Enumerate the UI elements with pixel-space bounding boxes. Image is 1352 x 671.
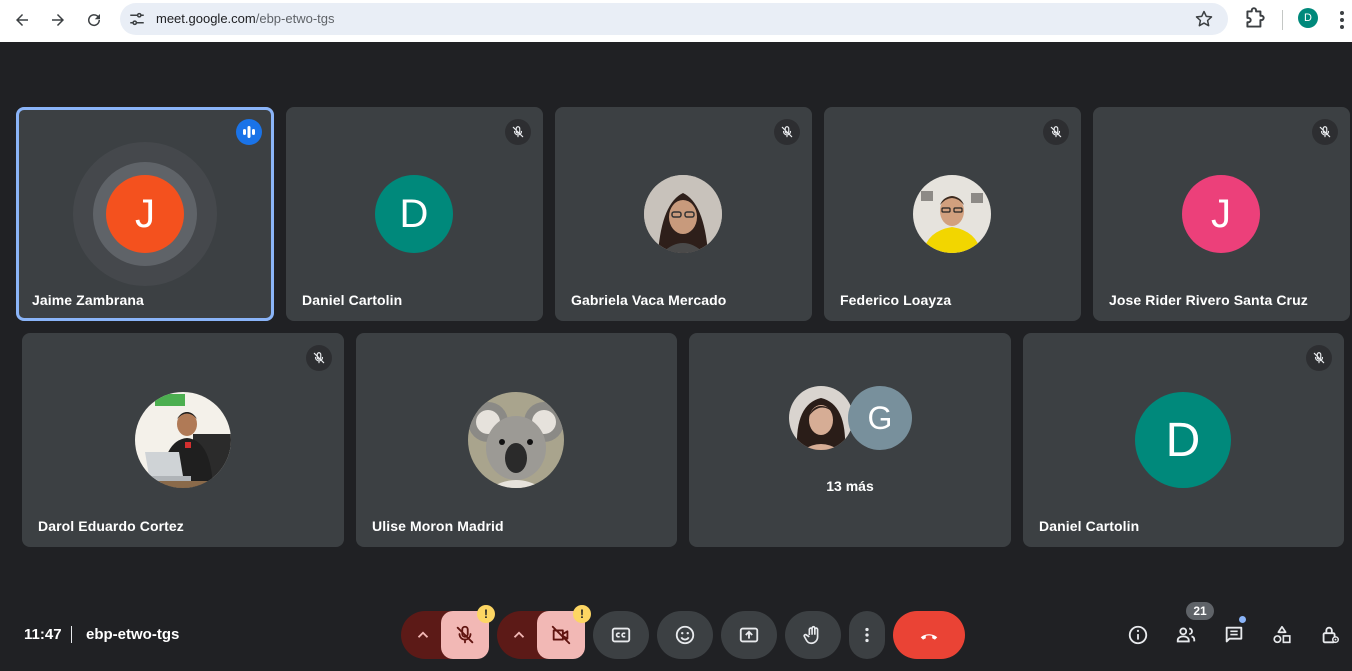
raise-hand-button[interactable] (785, 611, 841, 659)
mic-off-icon (512, 126, 524, 138)
chat-button[interactable] (1221, 622, 1247, 648)
participant-tile[interactable]: D Daniel Cartolin (286, 107, 543, 321)
meeting-time: 11:47 (24, 626, 62, 643)
mic-options-button[interactable] (401, 611, 445, 659)
participants-count-badge: 21 (1186, 602, 1214, 620)
avatar: J (1182, 175, 1260, 253)
participant-photo (644, 175, 722, 253)
muted-indicator (1043, 119, 1069, 145)
participant-name: Darol Eduardo Cortez (38, 518, 184, 534)
mic-warning-badge: ! (477, 605, 495, 623)
reload-icon (88, 14, 101, 27)
mic-off-icon (1050, 126, 1062, 138)
participant-name: Jose Rider Rivero Santa Cruz (1109, 292, 1308, 308)
more-vert-icon[interactable] (1334, 9, 1350, 31)
participant-name: Ulise Moron Madrid (372, 518, 504, 534)
participant-name: Jaime Zambrana (32, 292, 144, 308)
mic-off-icon (781, 126, 793, 138)
captions-button[interactable] (593, 611, 649, 659)
emoji-icon (675, 625, 695, 645)
participant-name: Gabriela Vaca Mercado (571, 292, 727, 308)
muted-indicator (505, 119, 531, 145)
people-icon (1176, 627, 1196, 643)
avatar: G (848, 386, 912, 450)
info-icon (1128, 625, 1148, 645)
profile-avatar[interactable]: D (1298, 8, 1318, 28)
captions-icon (611, 627, 631, 643)
camera-warning-badge: ! (573, 605, 591, 623)
reload-button[interactable] (80, 6, 108, 34)
muted-indicator (306, 345, 332, 371)
present-icon (739, 627, 759, 643)
chevron-up-icon (513, 631, 525, 638)
participant-name: Federico Loayza (840, 292, 952, 308)
participant-tile[interactable]: Federico Loayza (824, 107, 1081, 321)
people-button[interactable] (1173, 622, 1199, 648)
activities-icon (1273, 625, 1291, 644)
participant-tile[interactable]: Gabriela Vaca Mercado (555, 107, 812, 321)
more-vert-icon (865, 627, 869, 643)
mic-off-icon (1319, 126, 1331, 138)
address-bar[interactable]: meet.google.com/ebp-etwo-tgs (120, 3, 1228, 35)
hand-icon (803, 625, 819, 645)
bottom-divider (71, 626, 72, 643)
chat-icon (1225, 626, 1243, 643)
participant-photo (135, 392, 231, 488)
speaking-icon (243, 126, 255, 138)
avatar: D (375, 175, 453, 253)
url-path: /ebp-etwo-tgs (255, 11, 335, 26)
microphone-control: ! (401, 605, 495, 659)
meeting-code: ebp-etwo-tgs (86, 626, 180, 643)
chevron-up-icon (417, 631, 429, 638)
url-host: meet.google.com (156, 11, 256, 26)
meeting-details-button[interactable] (1125, 622, 1151, 648)
back-icon (16, 14, 28, 26)
reactions-button[interactable] (657, 611, 713, 659)
more-participants-tile[interactable]: G 13 más (689, 333, 1011, 547)
present-button[interactable] (721, 611, 777, 659)
muted-indicator (774, 119, 800, 145)
toolbar-divider (1282, 10, 1283, 30)
mic-off-icon (1313, 352, 1325, 364)
participant-tile[interactable]: Darol Eduardo Cortez (22, 333, 344, 547)
extensions-icon[interactable] (1242, 6, 1268, 32)
browser-toolbar: meet.google.com/ebp-etwo-tgs D (0, 0, 1352, 42)
forward-icon (52, 14, 64, 26)
participant-tile[interactable]: D Daniel Cartolin (1023, 333, 1344, 547)
videocam-off-icon (551, 625, 571, 645)
participant-tile[interactable]: J Jose Rider Rivero Santa Cruz (1093, 107, 1350, 321)
muted-indicator (1312, 119, 1338, 145)
speaking-indicator (236, 119, 262, 145)
avatar: D (1135, 392, 1231, 488)
back-button[interactable] (8, 6, 36, 34)
participant-photo (913, 175, 991, 253)
participant-tile[interactable]: J Jaime Zambrana (16, 107, 274, 321)
participant-name: Daniel Cartolin (302, 292, 403, 308)
host-controls-icon (1322, 626, 1339, 644)
more-options-button[interactable] (849, 611, 885, 659)
call-end-icon (920, 634, 938, 640)
star-icon[interactable] (1194, 9, 1214, 29)
tune-icon[interactable] (128, 10, 146, 28)
mic-off-icon (456, 625, 474, 644)
mic-off-icon (313, 352, 325, 364)
participant-name: Daniel Cartolin (1039, 518, 1140, 534)
camera-options-button[interactable] (497, 611, 541, 659)
muted-indicator (1306, 345, 1332, 371)
host-controls-button[interactable] (1317, 622, 1343, 648)
camera-control: ! (497, 605, 591, 659)
avatar: J (106, 175, 184, 253)
activities-button[interactable] (1269, 622, 1295, 648)
forward-button[interactable] (44, 6, 72, 34)
url-text[interactable]: meet.google.com/ebp-etwo-tgs (156, 11, 335, 26)
leave-call-button[interactable] (893, 611, 965, 659)
participant-photo (789, 386, 853, 450)
participant-photo (468, 392, 564, 488)
participant-tile[interactable]: Ulise Moron Madrid (356, 333, 677, 547)
more-participants-label: 13 más (826, 478, 874, 494)
